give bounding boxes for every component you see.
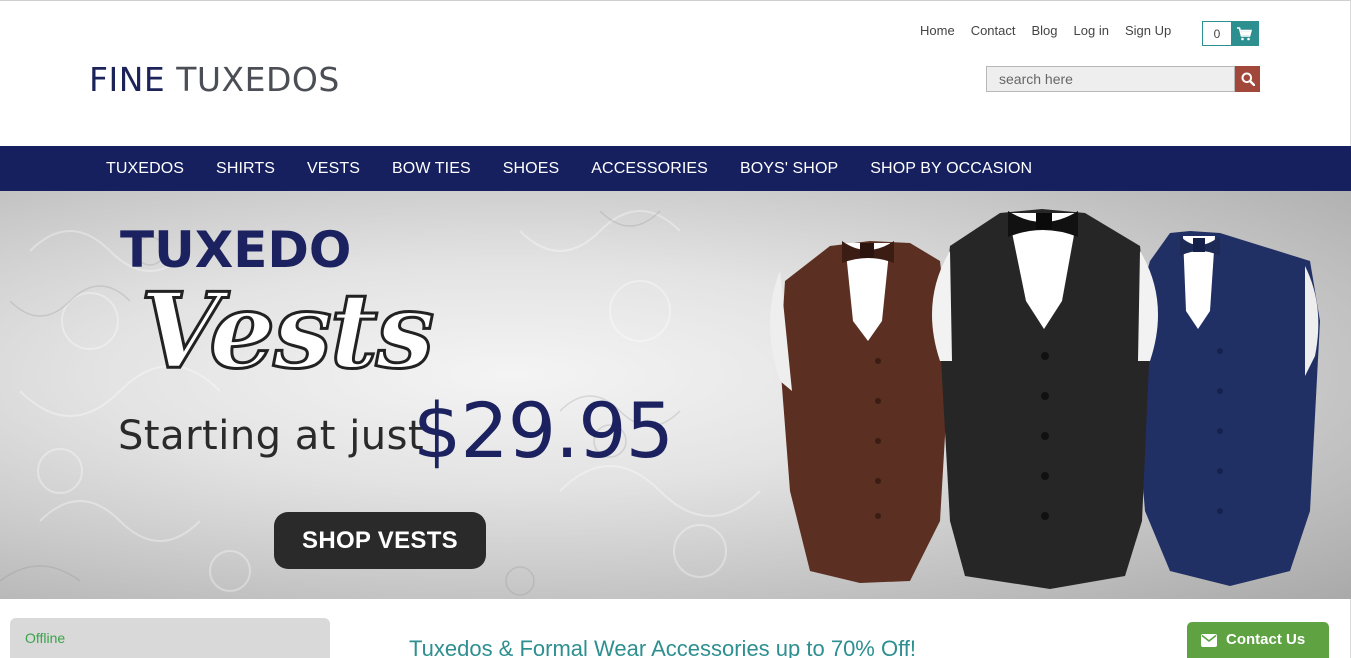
chat-offline-widget[interactable]: Offline <box>10 618 330 658</box>
chat-status-label: Offline <box>25 630 66 646</box>
contact-us-label: Contact Us <box>1226 631 1306 648</box>
nav-item-tuxedos[interactable]: TUXEDOS <box>90 146 200 191</box>
nav-item-bow-ties[interactable]: BOW TIES <box>376 146 487 191</box>
cart-count: 0 <box>1203 22 1231 45</box>
hero-subtitle: Starting at just <box>118 413 425 459</box>
cart-widget[interactable]: 0 <box>1202 21 1259 46</box>
nav-item-boys-shop[interactable]: BOYS' SHOP <box>724 146 854 191</box>
hero-banner[interactable]: TUXEDO Vests Starting at just $29.95 SHO… <box>0 191 1351 599</box>
top-border <box>0 0 1351 1</box>
nav-item-vests[interactable]: VESTS <box>291 146 376 191</box>
search-icon <box>1241 72 1255 86</box>
shop-vests-button[interactable]: SHOP VESTS <box>274 512 486 569</box>
cart-button[interactable] <box>1231 22 1258 45</box>
brown-vest-image <box>770 241 950 583</box>
promo-heading: Tuxedos & Formal Wear Accessories up to … <box>409 636 917 658</box>
search-input[interactable] <box>986 66 1235 92</box>
shopping-cart-icon <box>1237 26 1252 40</box>
contact-link[interactable]: Contact <box>963 22 1024 40</box>
envelope-icon <box>1201 634 1217 647</box>
search-bar <box>986 66 1260 92</box>
nav-item-shop-by-occasion[interactable]: SHOP BY OCCASION <box>854 146 1048 191</box>
navy-vest-image <box>1130 231 1320 586</box>
blog-link[interactable]: Blog <box>1024 22 1066 40</box>
login-link[interactable]: Log in <box>1066 22 1117 40</box>
logo-text-fine: FINE <box>89 60 177 99</box>
hero-price: $29.95 <box>413 386 674 475</box>
logo-text-tuxedos: TUXEDOS <box>176 60 340 99</box>
main-nav: TUXEDOS SHIRTS VESTS BOW TIES SHOES ACCE… <box>0 146 1351 191</box>
top-links: Home Contact Blog Log in Sign Up <box>912 22 1179 40</box>
search-button[interactable] <box>1235 66 1260 92</box>
signup-link[interactable]: Sign Up <box>1117 22 1179 40</box>
vests-image <box>770 209 1320 589</box>
nav-item-shirts[interactable]: SHIRTS <box>200 146 291 191</box>
nav-item-shoes[interactable]: SHOES <box>487 146 576 191</box>
black-vest-image <box>932 209 1158 589</box>
site-logo[interactable]: FINE TUXEDOS <box>89 60 340 99</box>
home-link[interactable]: Home <box>912 22 963 40</box>
nav-item-accessories[interactable]: ACCESSORIES <box>575 146 724 191</box>
hero-title-vests: Vests <box>138 268 435 394</box>
contact-us-button[interactable]: Contact Us <box>1187 622 1329 658</box>
